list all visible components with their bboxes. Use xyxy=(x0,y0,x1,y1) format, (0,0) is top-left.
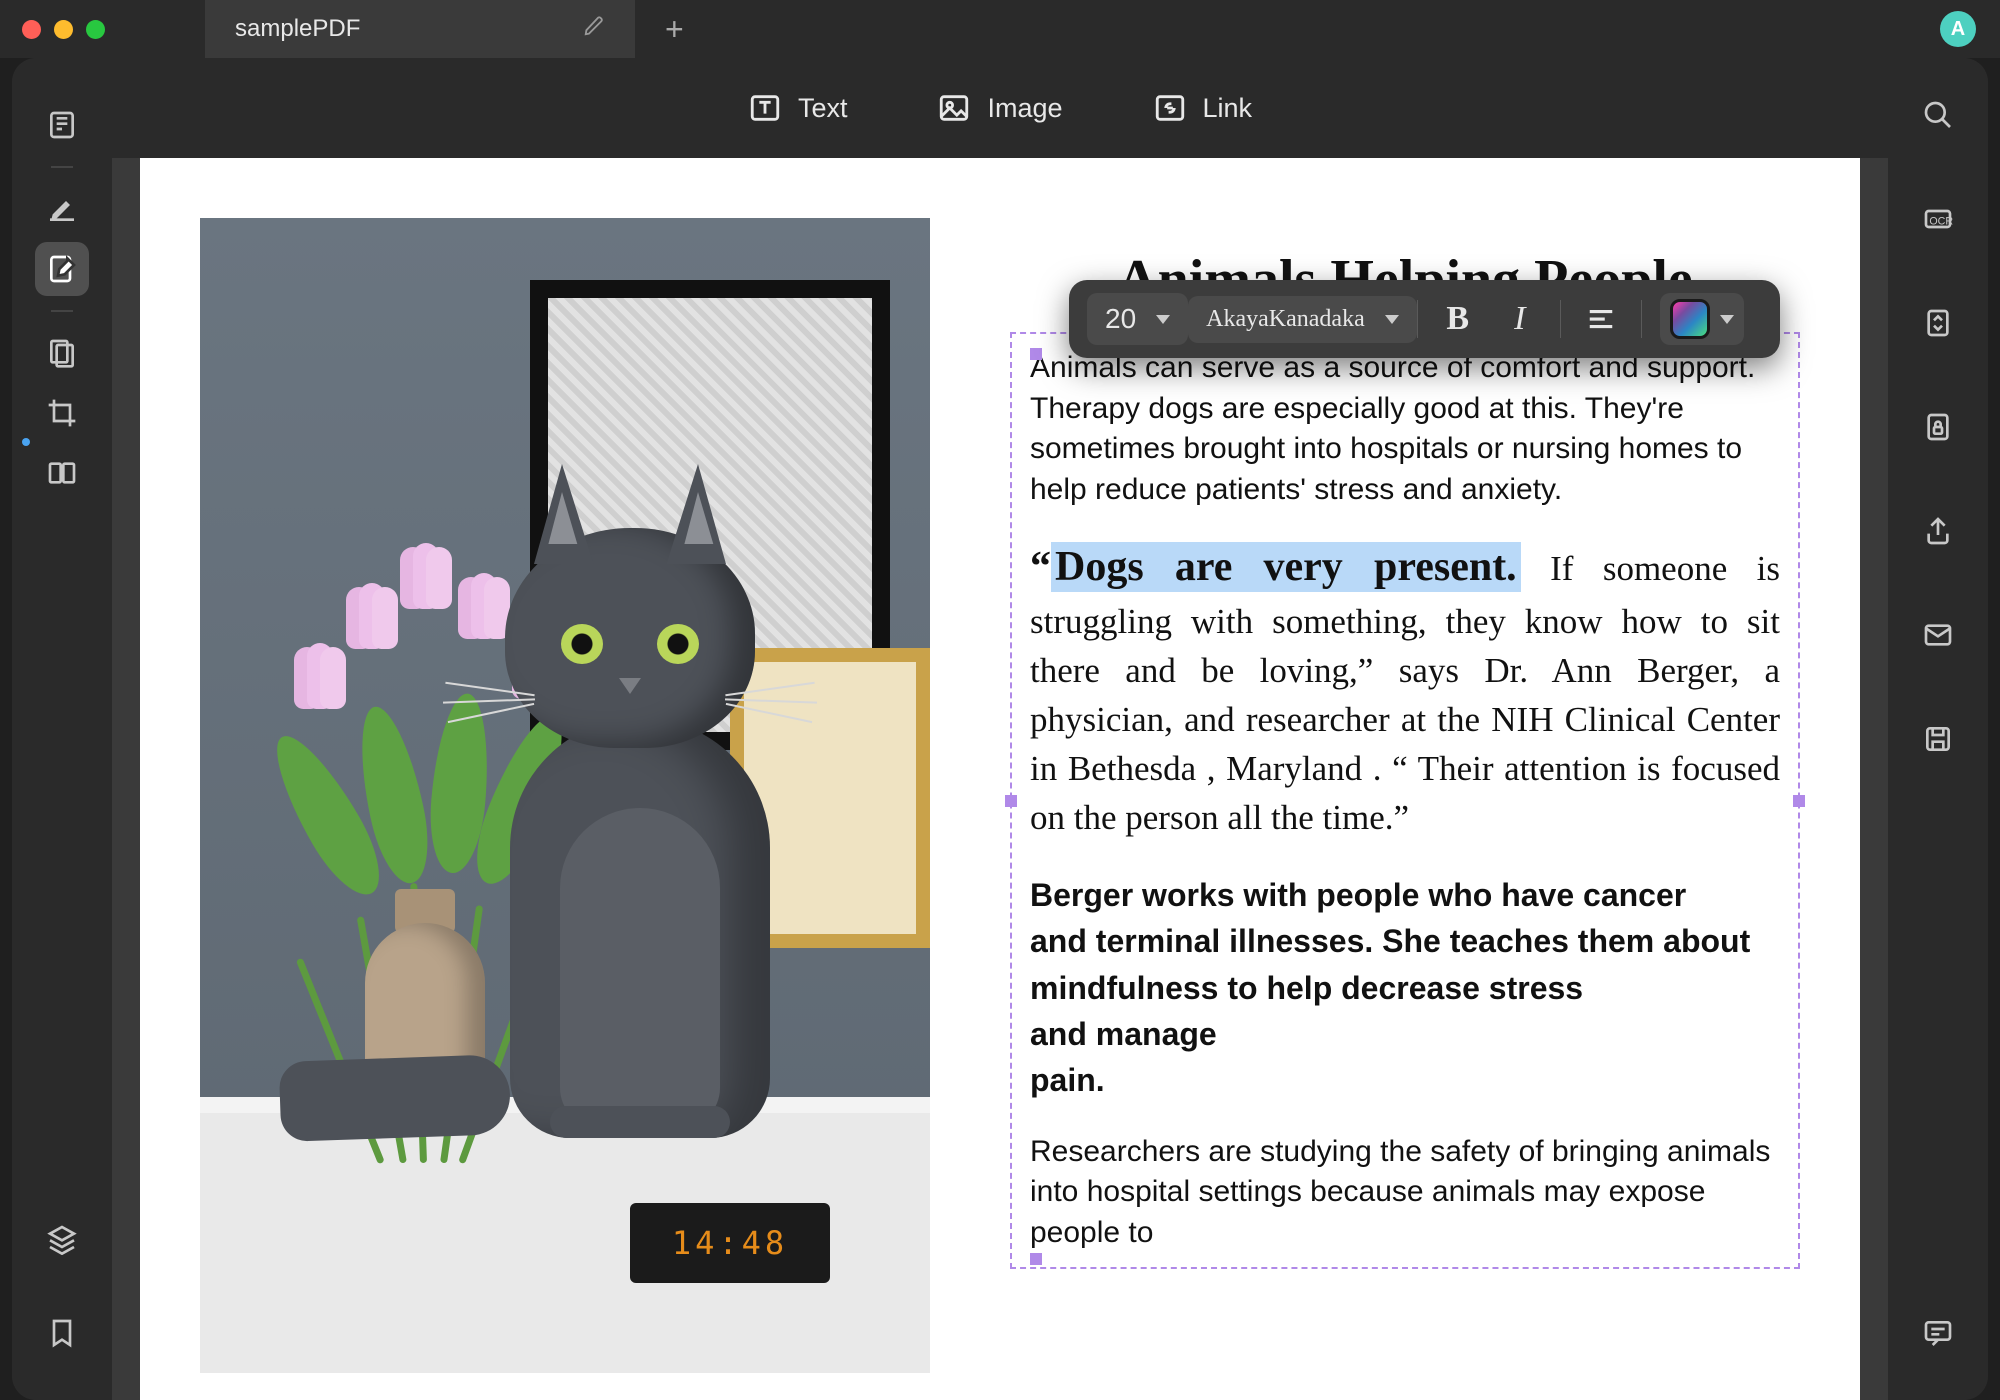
insert-link-button[interactable]: Link xyxy=(1153,91,1253,125)
minimize-window-button[interactable] xyxy=(54,20,73,39)
user-avatar[interactable]: A xyxy=(1940,11,1976,47)
bookmark-icon[interactable] xyxy=(35,1306,89,1360)
bold-button[interactable]: B xyxy=(1436,297,1480,341)
compare-tool-icon[interactable] xyxy=(35,446,89,500)
paragraph-intro[interactable]: Animals can serve as a source of comfort… xyxy=(1030,348,1780,510)
convert-icon[interactable] xyxy=(1911,296,1965,350)
organize-tool-icon[interactable] xyxy=(35,326,89,380)
insert-toolbar: Text Image Link xyxy=(112,58,1888,158)
resize-handle-right[interactable] xyxy=(1793,795,1805,807)
selected-text-box[interactable]: Animals can serve as a source of comfort… xyxy=(1010,332,1800,1269)
paragraph-berger[interactable]: Berger works with people who have cancer… xyxy=(1030,872,1780,1104)
new-tab-button[interactable]: + xyxy=(665,11,684,48)
window-controls xyxy=(22,20,105,39)
paragraph-researchers[interactable]: Researchers are studying the safety of b… xyxy=(1030,1132,1780,1254)
quote-rest: If someone is struggling with something,… xyxy=(1030,549,1780,837)
chevron-down-icon xyxy=(1720,315,1734,324)
chevron-down-icon xyxy=(1156,315,1170,324)
ocr-icon[interactable]: OCR xyxy=(1911,192,1965,246)
highlighted-quote[interactable]: Dogs are very present. xyxy=(1051,542,1521,592)
active-tool-indicator xyxy=(22,438,30,446)
center-area: Text Image Link xyxy=(112,58,1888,1400)
font-size-dropdown[interactable]: 20 xyxy=(1087,293,1188,345)
layers-icon[interactable] xyxy=(35,1212,89,1266)
font-toolbar[interactable]: 20 AkayaKanadaka B I xyxy=(1069,280,1780,358)
sidebar-divider xyxy=(51,310,73,312)
protect-icon[interactable] xyxy=(1911,400,1965,454)
sidebar-divider xyxy=(51,166,73,168)
svg-text:OCR: OCR xyxy=(1929,215,1953,227)
avatar-initial: A xyxy=(1951,18,1965,41)
left-sidebar xyxy=(12,58,112,1400)
annotate-tool-icon[interactable] xyxy=(35,182,89,236)
quote-paragraph[interactable]: “Dogs are very present. If someone is st… xyxy=(1030,538,1780,842)
titlebar: samplePDF + A xyxy=(0,0,2000,58)
close-window-button[interactable] xyxy=(22,20,41,39)
document-tab[interactable]: samplePDF xyxy=(205,0,635,58)
email-icon[interactable] xyxy=(1911,608,1965,662)
text-color-button[interactable] xyxy=(1660,293,1744,345)
italic-button[interactable]: I xyxy=(1498,297,1542,341)
resize-handle-left[interactable] xyxy=(1005,795,1017,807)
search-icon[interactable] xyxy=(1911,88,1965,142)
quote-open: “ xyxy=(1030,544,1051,590)
share-icon[interactable] xyxy=(1911,504,1965,558)
clock-display: 14:48 xyxy=(630,1203,830,1283)
insert-text-label: Text xyxy=(798,93,848,124)
page-image[interactable]: 14:48 xyxy=(200,218,930,1373)
color-swatch-icon xyxy=(1670,299,1710,339)
maximize-window-button[interactable] xyxy=(86,20,105,39)
align-left-button[interactable] xyxy=(1579,297,1623,341)
thumbnails-tool-icon[interactable] xyxy=(35,98,89,152)
edit-tool-icon[interactable] xyxy=(35,242,89,296)
font-family-dropdown[interactable]: AkayaKanadaka xyxy=(1188,296,1417,343)
font-size-value: 20 xyxy=(1105,303,1136,335)
insert-image-button[interactable]: Image xyxy=(937,91,1062,125)
app-body: Text Image Link xyxy=(12,58,1988,1400)
insert-image-label: Image xyxy=(987,93,1062,124)
right-sidebar: OCR xyxy=(1888,58,1988,1400)
crop-tool-icon[interactable] xyxy=(35,386,89,440)
save-icon[interactable] xyxy=(1911,712,1965,766)
comments-icon[interactable] xyxy=(1911,1306,1965,1360)
font-family-value: AkayaKanadaka xyxy=(1206,306,1365,333)
tab-title: samplePDF xyxy=(235,15,360,43)
chevron-down-icon xyxy=(1385,315,1399,324)
page-text-column: Animals Helping People Animals can serve… xyxy=(1010,218,1800,1400)
insert-text-button[interactable]: Text xyxy=(748,91,848,125)
pencil-icon[interactable] xyxy=(583,15,605,43)
insert-link-label: Link xyxy=(1203,93,1253,124)
cat-photo-illustration: 14:48 xyxy=(200,218,930,1373)
